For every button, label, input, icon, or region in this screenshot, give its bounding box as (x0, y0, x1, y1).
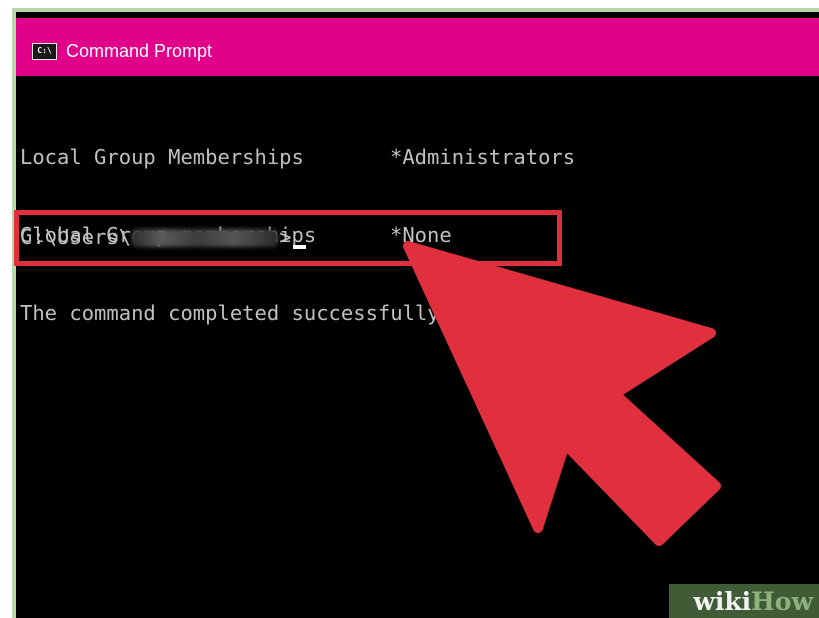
cmd-app-icon: C:\ (32, 43, 57, 60)
wikihow-watermark: wikiHow (629, 584, 819, 618)
console-label: Local Group Memberships (20, 145, 304, 169)
console-line-local-group: Local Group Memberships *Administrators (20, 144, 575, 170)
prompt-highlight-box (14, 210, 562, 266)
watermark-part1: wiki (693, 587, 752, 616)
console-label: The command completed successfully. (20, 301, 452, 325)
watermark-part2: How (751, 587, 813, 616)
command-prompt-window: C:\ Command Prompt Local Group Membershi… (12, 8, 819, 618)
screenshot-frame: C:\ Command Prompt Local Group Membershi… (0, 0, 819, 618)
window-titlebar[interactable]: C:\ Command Prompt (16, 18, 819, 76)
window-title: Command Prompt (66, 41, 213, 61)
console-line-completed: The command completed successfully. (20, 300, 452, 326)
watermark-text: wikiHow (693, 587, 813, 616)
console-value: *Administrators (390, 145, 576, 169)
